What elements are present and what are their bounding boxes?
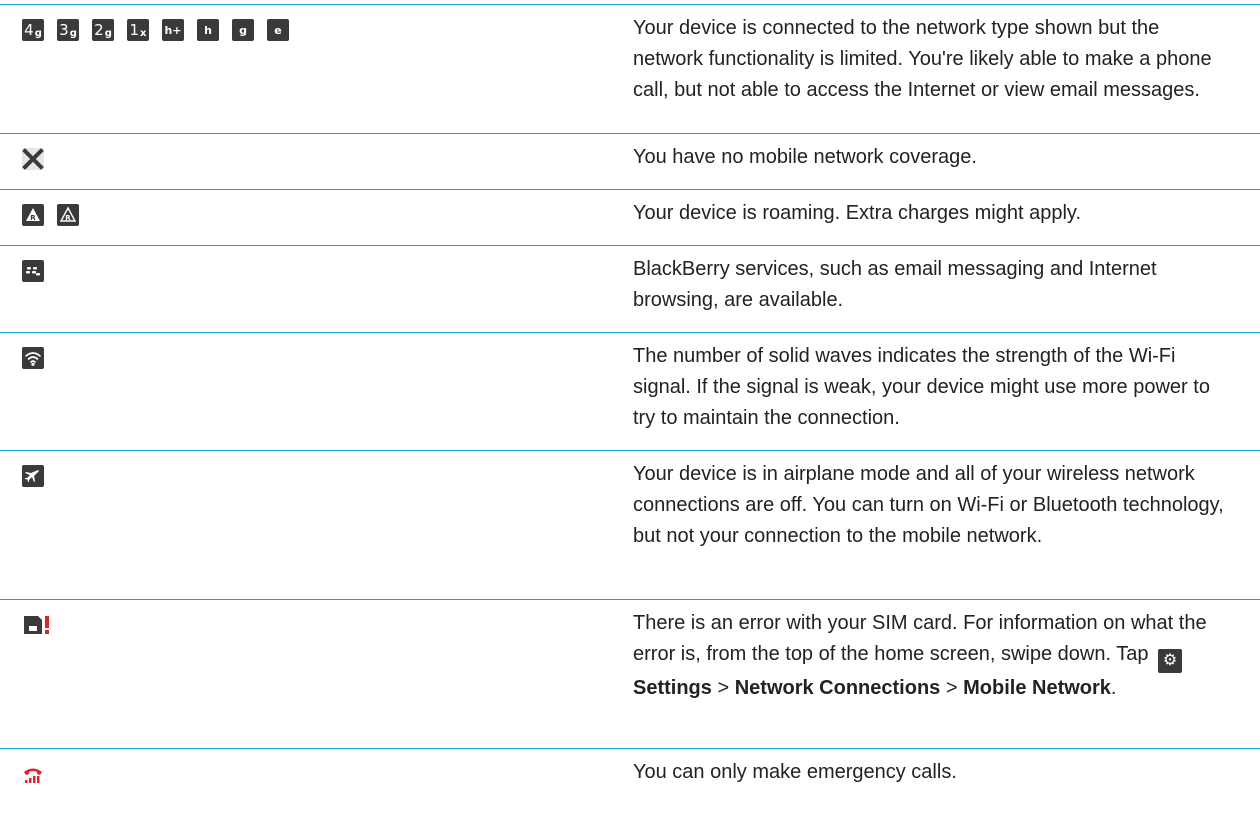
wifi-signal-icon: [22, 347, 44, 369]
no-coverage-x-icon: [22, 148, 44, 170]
network-3g-icon: 3g: [57, 19, 79, 41]
description-text: You can only make emergency calls.: [633, 761, 957, 783]
network-g-icon: g: [232, 19, 254, 41]
blackberry-services-icon: [22, 260, 44, 282]
description-text: Your device is in airplane mode and all …: [633, 463, 1224, 547]
svg-text:R: R: [65, 214, 71, 222]
table-row: You have no mobile network coverage.: [0, 134, 1260, 190]
icon-cell: [0, 749, 633, 805]
table-row: There is an error with your SIM card. Fo…: [0, 600, 1260, 749]
emergency-calls-only-icon: [22, 763, 44, 785]
table-row: 4g 3g 2g 1x h+ h g e Your device is conn…: [0, 5, 1260, 134]
network-4g-icon: 4g: [22, 19, 44, 41]
icon-cell: [0, 333, 633, 450]
description-text: Your device is connected to the network …: [633, 17, 1212, 101]
settings-gear-icon: ⚙: [1158, 649, 1183, 673]
mobile-network-label: Mobile Network: [963, 677, 1111, 699]
icon-cell: [0, 451, 633, 599]
network-h-icon: h: [197, 19, 219, 41]
network-1x-icon: 1x: [127, 19, 149, 41]
table-row: The number of solid waves indicates the …: [0, 333, 1260, 451]
icon-cell: 4g 3g 2g 1x h+ h g e: [0, 5, 633, 133]
status-icon-table: 4g 3g 2g 1x h+ h g e Your device is conn…: [0, 4, 1260, 805]
network-2g-icon: 2g: [92, 19, 114, 41]
description-text: The number of solid waves indicates the …: [633, 345, 1210, 429]
roaming-icon: R: [22, 204, 44, 226]
table-row: Your device is in airplane mode and all …: [0, 451, 1260, 600]
table-row: BlackBerry services, such as email messa…: [0, 246, 1260, 333]
icon-cell: R R: [0, 190, 633, 245]
svg-text:R: R: [30, 214, 36, 222]
table-row: R R Your device is roaming. Extra charge…: [0, 190, 1260, 246]
settings-label: Settings: [633, 677, 712, 699]
icon-cell: [0, 134, 633, 189]
description-text: BlackBerry services, such as email messa…: [633, 258, 1157, 311]
table-row: You can only make emergency calls.: [0, 749, 1260, 805]
network-h-plus-icon: h+: [162, 19, 184, 41]
sim-error-icon: [22, 614, 52, 636]
icon-cell: [0, 600, 633, 748]
network-connections-label: Network Connections: [734, 677, 941, 699]
airplane-mode-icon: [22, 465, 44, 487]
description-text: There is an error with your SIM card. Fo…: [633, 612, 1207, 699]
network-e-icon: e: [267, 19, 289, 41]
roaming-outline-icon: R: [57, 204, 79, 226]
description-text: You have no mobile network coverage.: [633, 146, 977, 168]
description-text: Your device is roaming. Extra charges mi…: [633, 202, 1081, 224]
icon-cell: [0, 246, 633, 332]
